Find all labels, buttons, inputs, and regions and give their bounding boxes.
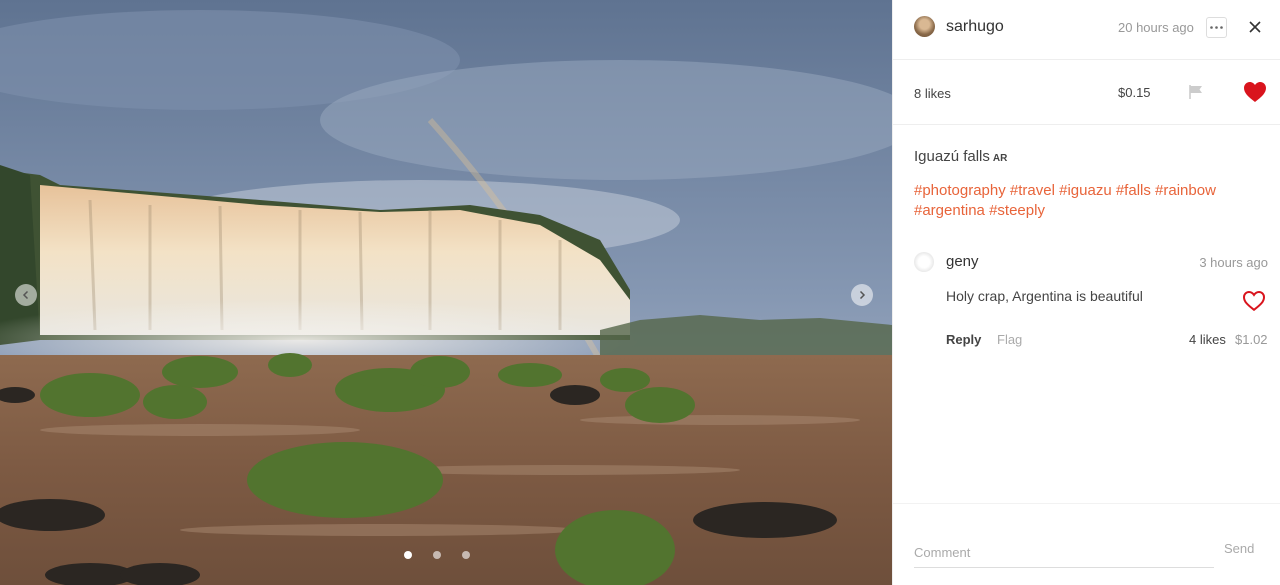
post-timestamp: 20 hours ago <box>1118 20 1194 35</box>
reply-button[interactable]: Reply <box>946 332 981 347</box>
tag-link[interactable]: #steeply <box>989 202 1045 219</box>
post-payout[interactable]: $0.15 <box>1118 85 1151 100</box>
heart-icon[interactable] <box>1243 81 1267 103</box>
more-options-button[interactable] <box>1206 17 1227 38</box>
heart-outline-icon[interactable] <box>1242 290 1266 312</box>
post-tags: #photography #travel #iguazu #falls #rai… <box>914 181 1254 221</box>
slide-dot[interactable] <box>404 551 412 559</box>
post-header: sarhugo 20 hours ago <box>893 0 1280 60</box>
flag-icon[interactable] <box>1188 84 1204 100</box>
tag-link[interactable]: #iguazu <box>1059 182 1112 199</box>
tag-link[interactable]: #photography <box>914 182 1006 199</box>
comment-input[interactable] <box>914 538 1214 568</box>
comment-composer: Send <box>893 503 1280 585</box>
waterfall-photo <box>0 0 892 585</box>
author-username[interactable]: sarhugo <box>946 18 1004 36</box>
previous-image-button[interactable] <box>15 284 37 306</box>
author-avatar[interactable] <box>914 16 935 37</box>
ellipsis-icon <box>1210 26 1223 29</box>
comment-likes-count[interactable]: 4 likes <box>1189 332 1226 347</box>
close-icon[interactable] <box>1248 20 1262 34</box>
post-details-panel: sarhugo 20 hours ago 8 likes $0.15 Iguaz… <box>892 0 1280 585</box>
chevron-left-icon <box>22 290 29 300</box>
tag-link[interactable]: #rainbow <box>1155 182 1216 199</box>
slide-indicator <box>404 551 470 559</box>
commenter-avatar[interactable] <box>914 252 934 272</box>
tag-link[interactable]: #travel <box>1010 182 1055 199</box>
chevron-right-icon <box>859 290 866 300</box>
country-code: AR <box>992 153 1008 164</box>
commenter-username[interactable]: geny <box>946 253 979 270</box>
comment-timestamp: 3 hours ago <box>1199 255 1268 270</box>
tag-link[interactable]: #falls <box>1116 182 1151 199</box>
flag-comment-button[interactable]: Flag <box>997 332 1022 347</box>
post-title: Iguazú falls AR <box>914 148 1007 165</box>
post-photo <box>0 0 892 585</box>
next-image-button[interactable] <box>851 284 873 306</box>
send-button[interactable]: Send <box>1224 541 1254 556</box>
post-stats: 8 likes $0.15 <box>893 60 1280 125</box>
post-title-text: Iguazú falls <box>914 148 990 165</box>
comment-text: Holy crap, Argentina is beautiful <box>946 288 1143 304</box>
slide-dot[interactable] <box>433 551 441 559</box>
post-likes-count[interactable]: 8 likes <box>914 86 951 101</box>
comment-payout[interactable]: $1.02 <box>1235 332 1268 347</box>
tag-link[interactable]: #argentina <box>914 202 985 219</box>
slide-dot[interactable] <box>462 551 470 559</box>
